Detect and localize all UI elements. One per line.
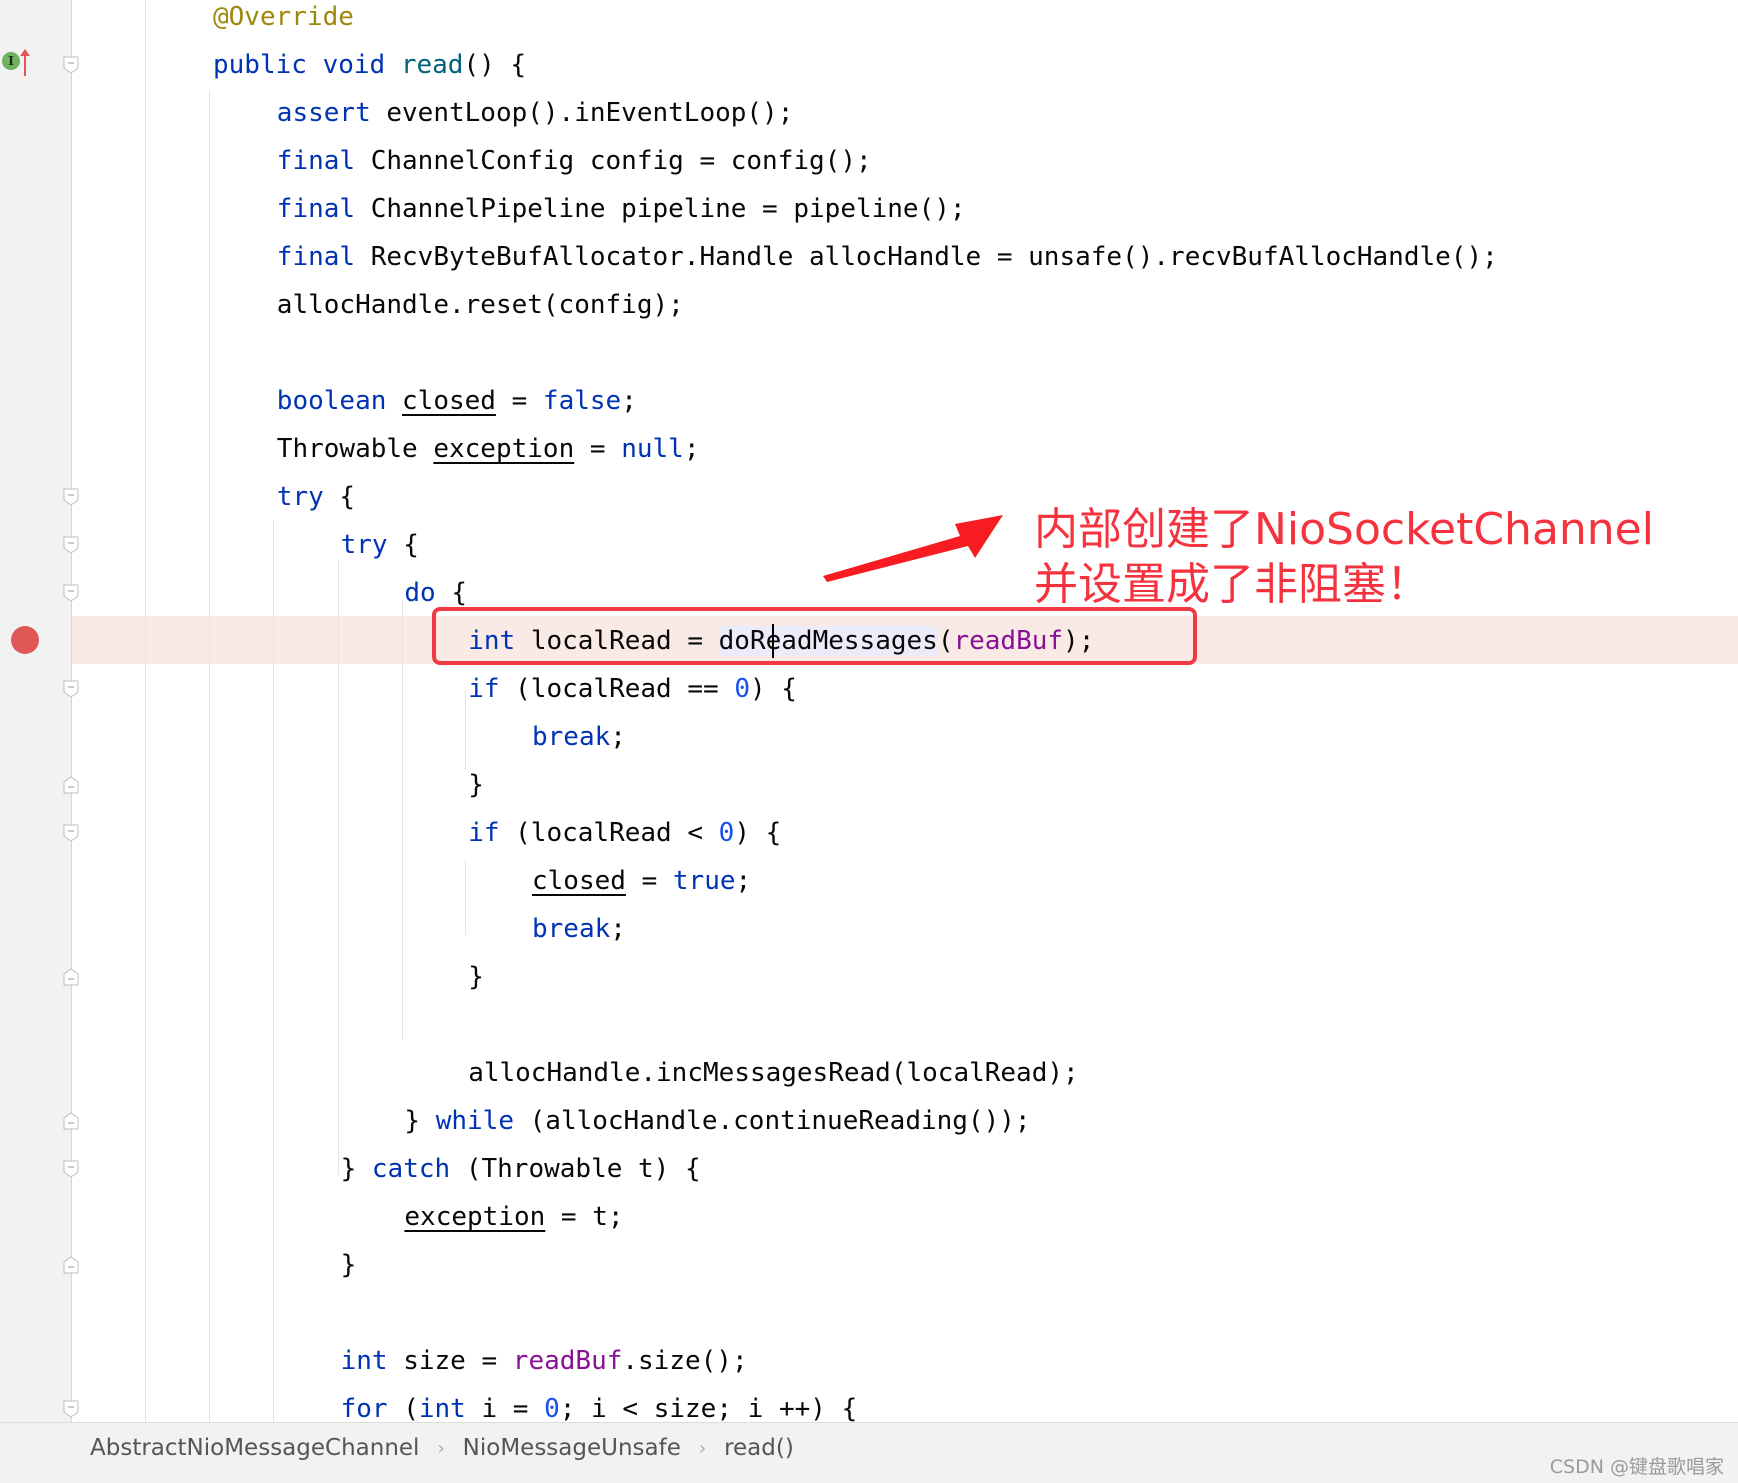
breadcrumb: AbstractNioMessageChannel › NioMessageUn… [90, 1435, 794, 1461]
code-token: = [625, 866, 673, 896]
code-token: for [340, 1394, 388, 1424]
fold-end-icon[interactable] [63, 776, 79, 794]
chevron-right-icon: › [698, 1437, 707, 1459]
code-token: allocHandle.incMessagesRead(localRead); [468, 1058, 1079, 1088]
code-token: closed [532, 866, 626, 896]
code-token: } [404, 1106, 436, 1136]
code-line[interactable]: } [341, 1241, 357, 1289]
code-token: i [747, 1394, 764, 1424]
code-token: i [481, 1394, 498, 1424]
code-token: } [468, 770, 484, 800]
code-token: exception [404, 1202, 546, 1232]
status-bar: AbstractNioMessageChannel › NioMessageUn… [0, 1422, 1738, 1483]
code-token: ) { [734, 818, 782, 848]
fold-collapse-icon[interactable] [63, 1160, 79, 1178]
code-token: 0 [718, 818, 735, 848]
code-line[interactable]: allocHandle.incMessagesRead(localRead); [468, 1049, 1078, 1097]
code-token: (localRead < [499, 818, 719, 848]
indent-guide [465, 690, 466, 770]
code-token: true [672, 866, 736, 896]
watermark: CSDN @键盘歌唱家 [1549, 1456, 1724, 1478]
code-token: ++) { [763, 1394, 858, 1424]
breadcrumb-method[interactable]: read() [724, 1435, 794, 1461]
code-token: break [532, 914, 611, 944]
code-line[interactable]: exception = t; [404, 1193, 623, 1241]
code-token: break [532, 722, 611, 752]
code-line[interactable]: if (localRead < 0) { [468, 809, 781, 857]
code-token: .size(); [622, 1346, 748, 1376]
annotation-text-line1: 内部创建了NioSocketChannel [1034, 504, 1654, 555]
chevron-right-icon: › [437, 1437, 445, 1459]
code-line[interactable]: } while (allocHandle.continueReading()); [404, 1097, 1030, 1145]
code-token: catch [371, 1154, 451, 1184]
code-token: } [468, 962, 484, 992]
code-token: ; [735, 866, 752, 896]
code-token: size = [403, 1346, 513, 1376]
breadcrumb-inner-class[interactable]: NioMessageUnsafe [463, 1435, 681, 1461]
code-line[interactable]: } catch (Throwable t) { [341, 1145, 701, 1193]
code-token: while [435, 1106, 514, 1136]
code-token: } [340, 1154, 372, 1184]
code-token: 0 [544, 1394, 560, 1424]
indent-guide [465, 860, 466, 935]
code-token: ; [559, 1394, 592, 1424]
fold-collapse-icon[interactable] [63, 824, 79, 842]
annotation-text-line2: 并设置成了非阻塞！ [1034, 559, 1430, 610]
breadcrumb-class[interactable]: AbstractNioMessageChannel [90, 1435, 419, 1461]
code-line[interactable]: closed = true; [532, 857, 751, 905]
code-token: ; [610, 914, 626, 944]
fold-end-icon[interactable] [63, 1256, 79, 1274]
code-token: if [468, 818, 500, 848]
code-token: < size; [606, 1394, 748, 1424]
code-token: (Throwable t) { [450, 1154, 701, 1184]
code-line[interactable]: } [468, 953, 484, 1001]
code-token: i [591, 1394, 607, 1424]
code-token: (allocHandle.continueReading()); [513, 1106, 1031, 1136]
code-token: = t; [545, 1202, 624, 1232]
code-line[interactable]: break; [532, 713, 626, 761]
code-line[interactable]: } [468, 761, 484, 809]
code-token: = [497, 1394, 545, 1424]
annotation-arrow-icon [823, 515, 1003, 582]
code-line[interactable]: break; [532, 905, 626, 953]
code-token: ; [610, 722, 626, 752]
code-token: int [340, 1346, 404, 1376]
code-token: } [340, 1250, 357, 1280]
code-line[interactable]: int size = readBuf.size(); [341, 1337, 748, 1385]
code-token: readBuf [512, 1346, 623, 1376]
fold-collapse-icon[interactable] [63, 1400, 79, 1418]
fold-end-icon[interactable] [63, 1112, 79, 1130]
code-token: int [418, 1394, 482, 1424]
code-token: ( [387, 1394, 419, 1424]
fold-end-icon[interactable] [63, 968, 79, 986]
